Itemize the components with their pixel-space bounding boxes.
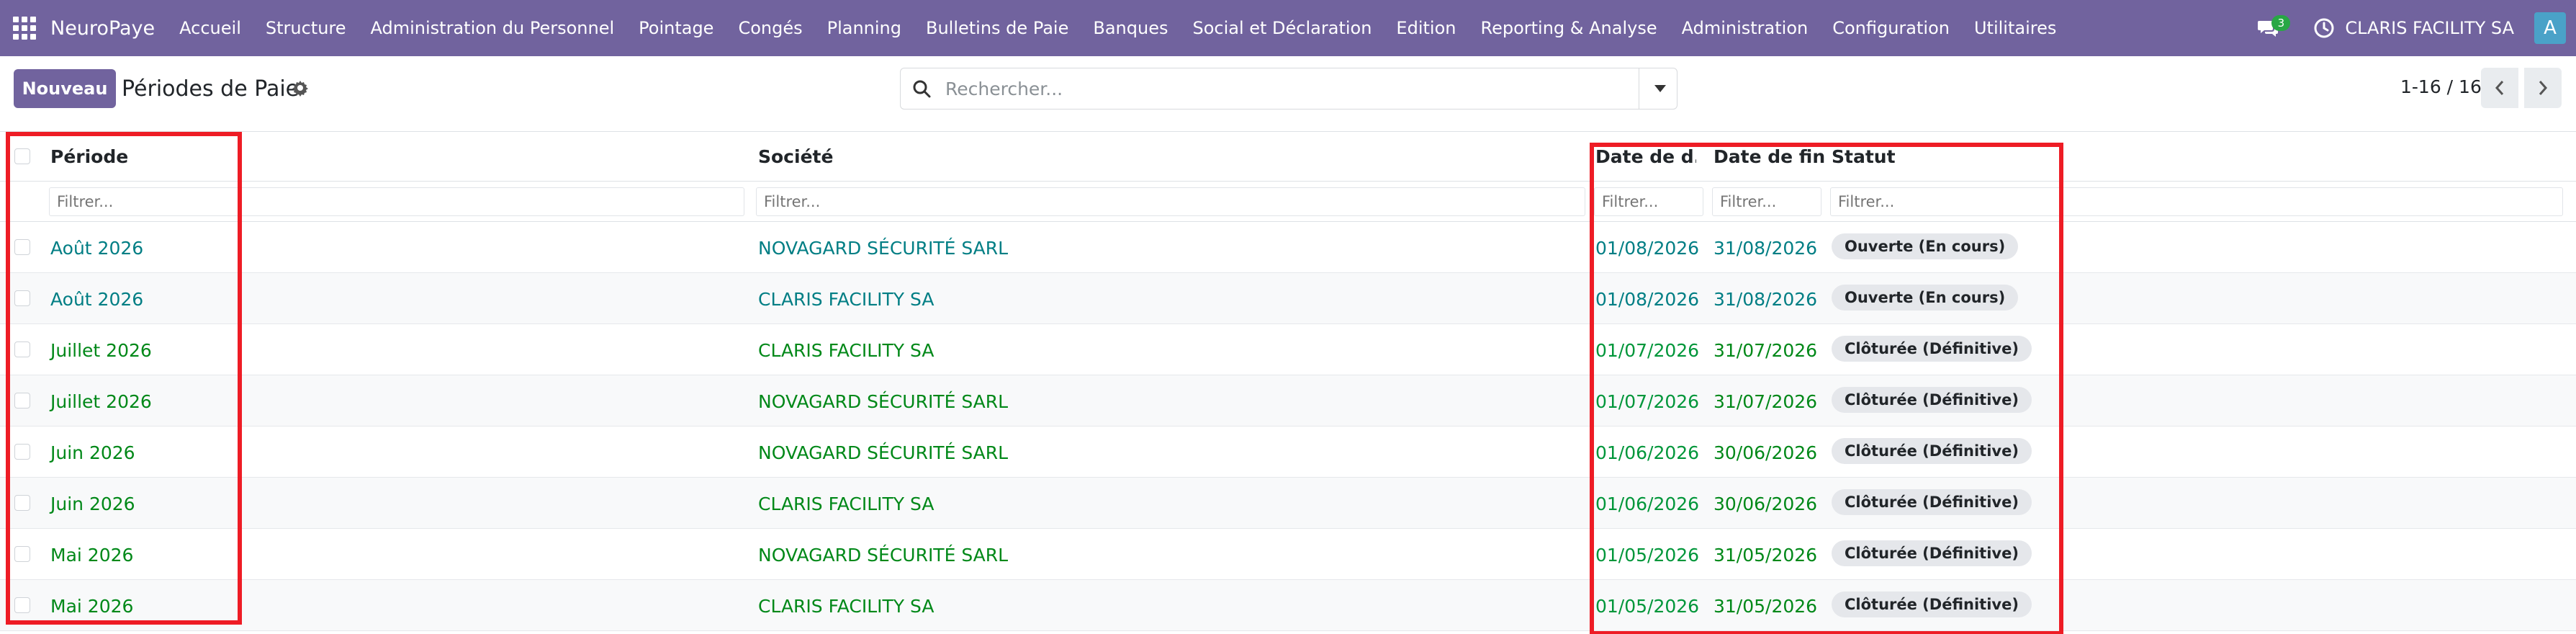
table-row[interactable]: Juillet 2026 NOVAGARD SÉCURITÉ SARL 01/07/… (0, 375, 2576, 427)
table-row[interactable]: Août 2026 CLARIS FACILITY SA 01/08/2026 31/… (0, 273, 2576, 324)
menu-utilitaires[interactable]: Utilitaires (1974, 18, 2056, 38)
column-header-company[interactable]: Société (758, 146, 1406, 167)
pager-value[interactable]: 1-16 / 16 (2400, 76, 2482, 97)
menu-pointage[interactable]: Pointage (639, 18, 713, 38)
app-brand[interactable]: NeuroPaye (50, 17, 155, 40)
top-navbar: NeuroPaye Accueil Structure Administrati… (0, 0, 2576, 56)
table-row[interactable]: Août 2026 NOVAGARD SÉCURITÉ SARL 01/08/202… (0, 222, 2576, 273)
pager-previous-button[interactable] (2481, 68, 2518, 108)
cell-company: NOVAGARD SÉCURITÉ SARL (758, 545, 1009, 566)
chat-count-badge: 3 (2271, 15, 2291, 31)
navbar-systray: 3 CLARIS FACILITY SA A (2256, 0, 2576, 56)
menu-reporting-analyse[interactable]: Reporting & Analyse (1480, 18, 1657, 38)
cell-company: CLARIS FACILITY SA (758, 289, 935, 310)
table-row[interactable]: Juin 2026 NOVAGARD SÉCURITÉ SARL 01/06/202… (0, 427, 2576, 478)
user-avatar[interactable]: A (2534, 12, 2566, 44)
search-icon (913, 80, 931, 98)
highlight-box-period-column (6, 132, 242, 625)
messaging-button[interactable]: 3 (2256, 14, 2291, 43)
cell-company: NOVAGARD SÉCURITÉ SARL (758, 442, 1009, 463)
highlight-box-dates-status-columns (1590, 143, 2063, 634)
search-bar (900, 68, 1677, 110)
search-input[interactable] (945, 76, 1593, 102)
cell-company: NOVAGARD SÉCURITÉ SARL (758, 238, 1009, 259)
cell-company: CLARIS FACILITY SA (758, 596, 935, 617)
table-row[interactable]: Mai 2026 NOVAGARD SÉCURITÉ SARL 01/05/2026… (0, 529, 2576, 580)
table-row[interactable]: Mai 2026 CLARIS FACILITY SA 01/05/2026 31/0… (0, 580, 2576, 631)
caret-down-icon[interactable] (1654, 84, 1667, 93)
menu-banques[interactable]: Banques (1093, 18, 1168, 38)
clock-icon[interactable] (2313, 17, 2335, 39)
main-menu: Accueil Structure Administration du Pers… (179, 18, 2081, 38)
filter-row (0, 182, 2576, 222)
menu-administration-personnel[interactable]: Administration du Personnel (371, 18, 615, 38)
chevron-right-icon (2539, 81, 2548, 95)
menu-planning[interactable]: Planning (827, 18, 901, 38)
cell-company: NOVAGARD SÉCURITÉ SARL (758, 391, 1009, 412)
chevron-left-icon (2495, 81, 2504, 95)
apps-grid-icon[interactable] (12, 15, 37, 41)
menu-conges[interactable]: Congés (738, 18, 802, 38)
new-button[interactable]: Nouveau (14, 69, 116, 108)
cell-company: CLARIS FACILITY SA (758, 340, 935, 361)
pager-next-button[interactable] (2524, 68, 2562, 108)
menu-accueil[interactable]: Accueil (179, 18, 241, 38)
menu-social-declaration[interactable]: Social et Déclaration (1192, 18, 1372, 38)
menu-bulletins-de-paie[interactable]: Bulletins de Paie (926, 18, 1068, 38)
page-title: Périodes de Paie (122, 76, 300, 102)
table-header: Période Société Date de d... Date de fin… (0, 131, 2576, 182)
control-panel: Nouveau Périodes de Paie 1-16 / 16 (0, 56, 2576, 131)
cell-company: CLARIS FACILITY SA (758, 494, 935, 514)
company-switcher[interactable]: CLARIS FACILITY SA (2345, 18, 2514, 38)
menu-administration[interactable]: Administration (1682, 18, 1809, 38)
menu-structure[interactable]: Structure (266, 18, 346, 38)
menu-configuration[interactable]: Configuration (1832, 18, 1950, 38)
gear-icon[interactable] (292, 79, 309, 97)
table-row[interactable]: Juin 2026 CLARIS FACILITY SA 01/06/2026 30/… (0, 478, 2576, 529)
table-row[interactable]: Juillet 2026 CLARIS FACILITY SA 01/07/2026… (0, 324, 2576, 375)
menu-edition[interactable]: Edition (1396, 18, 1456, 38)
filter-company-input[interactable] (756, 187, 1585, 216)
